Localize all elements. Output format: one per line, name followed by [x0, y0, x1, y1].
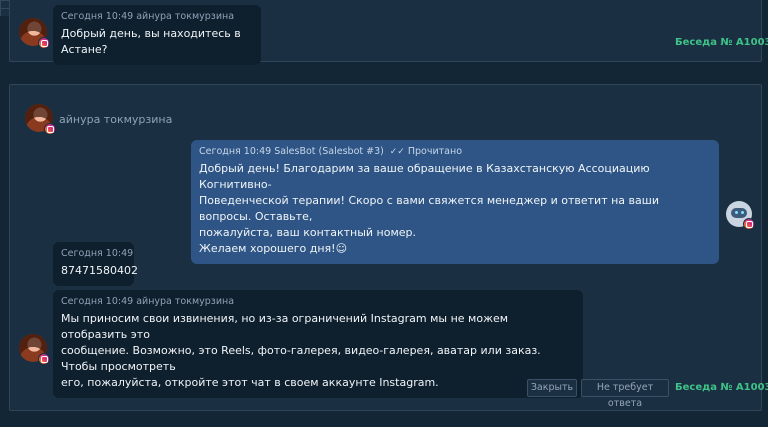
user-avatar — [19, 334, 50, 365]
read-status: Прочитано — [407, 146, 463, 157]
message-sender: Сегодня 10:49 SalesBot (Salesbot #3) — [199, 146, 384, 157]
message-line: его, пожалуйста, откройте этот чат в сво… — [61, 376, 439, 389]
message-line: пожалуйста, ваш контактный номер. — [199, 226, 416, 239]
user-avatar — [19, 18, 50, 49]
bot-avatar — [726, 201, 755, 230]
message-line: Добрый день! Благодарим за ваше обращени… — [199, 162, 650, 191]
message-line: Желаем хорошего дня!☺ — [199, 242, 348, 255]
instagram-icon — [44, 123, 56, 135]
message-meta: Сегодня 10:49 — [61, 248, 134, 259]
conversation-link[interactable]: Беседа № A10039 — [675, 382, 768, 393]
message-meta: Сегодня 10:49 SalesBot (Salesbot #3) ✓✓ … — [199, 146, 711, 157]
message-line: Поведенческой терапии! Скоро с вами свяж… — [199, 194, 659, 223]
contact-name[interactable]: айнура токмурзина — [59, 113, 172, 126]
user-avatar — [25, 104, 56, 135]
message-text: 87471580402 — [61, 264, 138, 277]
message-text: Мы приносим свои извинения, но из-за огр… — [61, 311, 575, 391]
incoming-message: Сегодня 10:49 87471580402 — [53, 242, 138, 286]
message-text: Добрый день! Благодарим за ваше обращени… — [199, 161, 711, 257]
message-meta: Сегодня 10:49 айнура токмурзина — [61, 11, 235, 22]
conversation-link[interactable]: Беседа № A10039 — [675, 37, 768, 48]
instagram-icon — [38, 353, 50, 365]
message-line: сообщение. Возможно, это Reels, фото-гал… — [61, 344, 541, 373]
incoming-message: Сегодня 10:49 айнура токмурзина Мы прино… — [53, 290, 583, 398]
close-button[interactable]: Закрыть — [527, 379, 577, 397]
conversation-card: айнура токмурзина Сегодня 10:49 SalesBot… — [9, 84, 768, 411]
double-check-icon: ✓✓ — [386, 147, 405, 157]
message-line: Мы приносим свои извинения, но из-за огр… — [61, 312, 509, 341]
outgoing-message: Сегодня 10:49 SalesBot (Salesbot #3) ✓✓ … — [191, 140, 719, 264]
incoming-message: Сегодня 10:49 айнура токмурзина Добрый д… — [53, 5, 261, 65]
no-reply-needed-button[interactable]: Не требует ответа — [581, 379, 669, 409]
message-text: Добрый день, вы находитесь в Астане? — [61, 27, 241, 56]
instagram-icon — [743, 218, 755, 230]
message-meta: Сегодня 10:49 айнура токмурзина — [61, 296, 235, 307]
instagram-icon — [38, 37, 50, 49]
conversation-card-previous: Сегодня 10:49 айнура токмурзина Добрый д… — [9, 0, 768, 65]
